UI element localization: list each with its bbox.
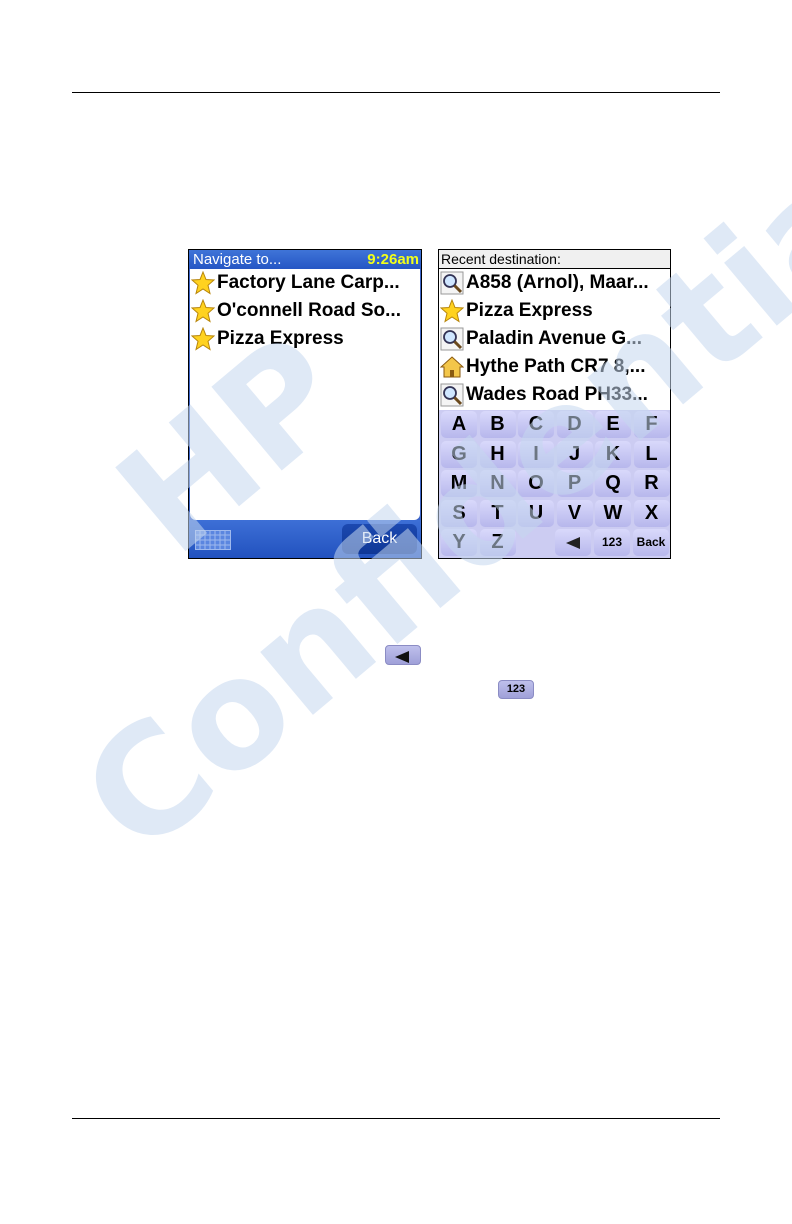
numbers-key[interactable]: 123 — [594, 529, 630, 556]
key-v[interactable]: V — [556, 499, 593, 527]
key-q[interactable]: Q — [595, 470, 631, 497]
navigate-title: Navigate to... — [193, 251, 282, 268]
watermark: HP Confidential — [51, 97, 792, 888]
navigate-to-screen: Navigate to... 9:26am Factory Lane Carp.… — [188, 249, 422, 559]
key-n[interactable]: N — [479, 470, 516, 497]
clock: 9:26am — [367, 251, 419, 268]
key-w[interactable]: W — [595, 499, 631, 527]
on-screen-keyboard: ABCDEF GHIJKL MNOPQR STUVWX YZ 123 Back — [439, 410, 670, 558]
recent-title-bar: Recent destination: — [439, 250, 670, 269]
back-button[interactable]: Back — [342, 524, 417, 554]
list-item-label: Pizza Express — [466, 300, 593, 321]
list-item[interactable]: O'connell Road So... — [190, 297, 420, 325]
inline-left-arrow-button[interactable] — [385, 645, 421, 665]
left-arrow-key[interactable] — [555, 529, 591, 556]
navigate-bottom-bar: Back — [189, 520, 421, 558]
key-r[interactable]: R — [633, 470, 670, 497]
key-g[interactable]: G — [441, 440, 477, 468]
list-item[interactable]: Pizza Express — [190, 325, 420, 353]
list-item-label: Hythe Path CR7 8,... — [466, 356, 646, 377]
key-p[interactable]: P — [556, 470, 593, 497]
list-item[interactable]: Hythe Path CR7 8,... — [439, 353, 670, 381]
star-icon — [191, 299, 215, 323]
key-t[interactable]: T — [479, 499, 516, 527]
favorites-list: Factory Lane Carp... O'connell Road So..… — [190, 269, 420, 520]
list-item[interactable]: Paladin Avenue G... — [439, 325, 670, 353]
list-item-label: Factory Lane Carp... — [217, 272, 400, 293]
magnifier-icon — [440, 327, 464, 351]
key-e[interactable]: E — [595, 411, 631, 438]
list-item[interactable]: Pizza Express — [439, 297, 670, 325]
star-icon — [191, 327, 215, 351]
key-y[interactable]: Y — [441, 529, 477, 556]
star-icon — [191, 271, 215, 295]
left-arrow-icon — [566, 536, 580, 549]
star-icon — [440, 299, 464, 323]
keyboard-icon[interactable] — [195, 530, 231, 550]
recent-title: Recent destination: — [441, 251, 561, 267]
list-item[interactable]: Wades Road PH33... — [439, 381, 670, 409]
key-b[interactable]: B — [479, 411, 516, 438]
list-item[interactable]: A858 (Arnol), Maar... — [439, 269, 670, 297]
key-z[interactable]: Z — [479, 529, 516, 556]
key-f[interactable]: F — [633, 411, 670, 438]
key-c[interactable]: C — [518, 411, 554, 438]
list-item-label: Paladin Avenue G... — [466, 328, 642, 349]
key-l[interactable]: L — [633, 440, 670, 468]
key-u[interactable]: U — [518, 499, 554, 527]
list-item[interactable]: Factory Lane Carp... — [190, 269, 420, 297]
home-icon — [440, 356, 464, 378]
key-j[interactable]: J — [556, 440, 593, 468]
list-item-label: Pizza Express — [217, 328, 344, 349]
list-item-label: O'connell Road So... — [217, 300, 401, 321]
key-x[interactable]: X — [633, 499, 670, 527]
list-item-label: A858 (Arnol), Maar... — [466, 272, 649, 293]
key-d[interactable]: D — [556, 411, 593, 438]
recent-destination-screen: Recent destination: A858 (Arnol), Maar..… — [438, 249, 671, 559]
key-i[interactable]: I — [518, 440, 554, 468]
footer-rule — [72, 1118, 720, 1119]
key-o[interactable]: O — [518, 470, 554, 497]
recent-destinations-list: A858 (Arnol), Maar... Pizza Express Pala… — [439, 269, 670, 409]
key-k[interactable]: K — [595, 440, 631, 468]
key-m[interactable]: M — [441, 470, 477, 497]
navigate-title-bar: Navigate to... 9:26am — [189, 250, 421, 269]
key-h[interactable]: H — [479, 440, 516, 468]
magnifier-icon — [440, 271, 464, 295]
magnifier-icon — [440, 383, 464, 407]
list-item-label: Wades Road PH33... — [466, 384, 648, 405]
key-a[interactable]: A — [441, 411, 477, 438]
back-key[interactable]: Back — [633, 529, 669, 556]
left-arrow-icon — [395, 650, 409, 663]
key-s[interactable]: S — [441, 499, 477, 527]
header-rule — [72, 92, 720, 93]
inline-numbers-button[interactable]: 123 — [498, 680, 534, 699]
